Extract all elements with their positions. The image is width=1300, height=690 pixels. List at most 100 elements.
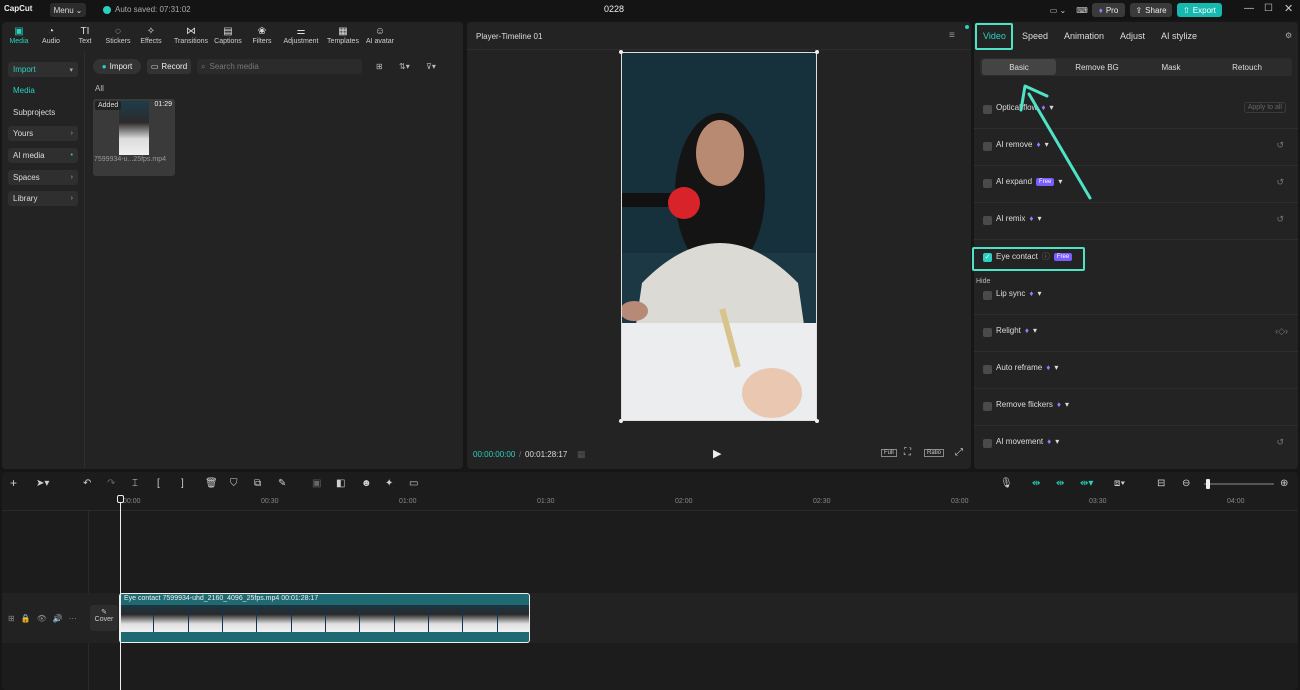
apply-all-button[interactable]: Apply to all — [1243, 102, 1286, 113]
tool-ai-avatar[interactable]: ☺ AI avatar — [362, 26, 398, 45]
tool-media[interactable]: ▣ Media — [3, 26, 35, 45]
full-button[interactable]: Full — [881, 449, 897, 457]
resize-handle[interactable] — [619, 419, 623, 423]
play-icon[interactable]: ▶ — [713, 447, 721, 460]
tool-templates[interactable]: ▦ Templates — [324, 26, 362, 45]
sort-icon[interactable]: ⇅▾ — [399, 62, 410, 71]
reset-icon[interactable]: ↺ — [1276, 140, 1284, 151]
delete-icon[interactable]: 🗑 — [205, 478, 218, 489]
undo-icon[interactable]: ↶ — [83, 478, 91, 489]
export-button[interactable]: ⇧ Export — [1177, 3, 1222, 17]
filter-all-label[interactable]: All — [95, 84, 104, 93]
link-icon[interactable]: ⇹ — [1032, 478, 1040, 489]
record-button[interactable]: ▭ Record — [147, 59, 191, 74]
magnet-icon[interactable]: ⇹ — [1056, 478, 1064, 489]
filter-icon[interactable]: ⊽▾ — [426, 62, 436, 71]
layout-icon[interactable]: ▭ ⌄ — [1044, 3, 1072, 17]
sidebar-item-spaces[interactable]: Spaces › — [8, 170, 78, 185]
subtab-remove-bg[interactable]: Remove BG — [1060, 58, 1134, 76]
fullscreen-icon[interactable]: ⤢ — [955, 447, 963, 458]
hamburger-icon[interactable]: ≡ — [949, 30, 955, 41]
chevron-down-icon[interactable]: ▾ — [1037, 214, 1041, 223]
sidebar-item-media[interactable]: Media — [8, 83, 78, 98]
split-right-icon[interactable]: ] — [181, 478, 184, 489]
playhead-handle[interactable] — [117, 495, 124, 503]
focus-icon[interactable]: ⛶ — [904, 447, 911, 458]
tool-stickers[interactable]: ◌ Stickers — [102, 26, 134, 45]
magic-icon[interactable]: ✦ — [385, 478, 393, 489]
zoom-out-icon[interactable]: ⊖ — [1182, 478, 1190, 489]
add-icon[interactable]: + — [10, 476, 17, 490]
resize-handle[interactable] — [815, 50, 819, 54]
tool-audio[interactable]: ◔ Audio — [35, 26, 67, 45]
checkbox[interactable] — [983, 216, 992, 225]
pro-button[interactable]: ♦ Pro — [1092, 3, 1125, 17]
subtab-retouch[interactable]: Retouch — [1210, 58, 1284, 76]
reset-icon[interactable]: ↺ — [1276, 437, 1284, 448]
maximize-icon[interactable]: ☐ — [1264, 3, 1273, 14]
cover-button[interactable]: ✎ Cover — [90, 605, 118, 631]
tab-speed[interactable]: Speed — [1022, 31, 1048, 41]
share-button[interactable]: ⇪ Share — [1130, 3, 1172, 17]
tool-transitions[interactable]: ⋈ Transitions — [172, 26, 210, 45]
import-button[interactable]: ● Import — [93, 59, 141, 74]
chevron-down-icon[interactable]: ▾ — [1065, 400, 1069, 409]
select-tool-icon[interactable]: ➤▾ — [36, 478, 49, 489]
fit-icon[interactable]: ⊟ — [1157, 478, 1165, 489]
resize-handle[interactable] — [815, 419, 819, 423]
menu-button[interactable]: Menu ⌄ — [50, 3, 86, 17]
person-icon[interactable]: ☻ — [361, 478, 372, 489]
checkbox[interactable] — [983, 142, 992, 151]
tool-filters[interactable]: ❀ Filters — [246, 26, 278, 45]
video-clip[interactable]: Eye contact 7599934-uhd_2160_4096_25fps.… — [119, 593, 530, 643]
close-icon[interactable]: ✕ — [1284, 2, 1293, 15]
sidebar-item-library[interactable]: Library › — [8, 191, 78, 206]
caption-icon[interactable]: ▣ — [312, 478, 321, 489]
keyframe-icon[interactable]: ‹◇› — [1275, 326, 1288, 337]
tool-adjustment[interactable]: ⚌ Adjustment — [280, 26, 322, 45]
subtab-mask[interactable]: Mask — [1134, 58, 1208, 76]
tab-animation[interactable]: Animation — [1064, 31, 1104, 41]
checkbox[interactable] — [983, 402, 992, 411]
settings-icon[interactable]: ⚙ — [1285, 31, 1292, 40]
mirror-icon[interactable]: ◧ — [336, 478, 345, 489]
sidebar-item-ai-media[interactable]: AI media • — [8, 148, 78, 163]
tab-ai-stylize[interactable]: AI stylize — [1161, 31, 1197, 41]
split-icon[interactable]: ⌶ — [132, 478, 138, 489]
pen-icon[interactable]: ✎ — [278, 478, 286, 489]
checkbox[interactable] — [983, 179, 992, 188]
checkbox[interactable] — [983, 105, 992, 114]
screen-icon[interactable]: ▭ — [409, 478, 418, 489]
preview-icon[interactable]: ⧈▾ — [1114, 478, 1125, 489]
grid-view-icon[interactable]: ⊞ — [376, 62, 383, 71]
zoom-slider[interactable] — [1204, 483, 1274, 485]
reset-icon[interactable]: ↺ — [1276, 177, 1284, 188]
media-item[interactable]: Added 01:29 — [93, 99, 175, 176]
tab-adjust[interactable]: Adjust — [1120, 31, 1145, 41]
shield-icon[interactable]: ⛉ — [230, 478, 238, 489]
checkbox[interactable] — [983, 291, 992, 300]
checkbox[interactable] — [983, 328, 992, 337]
sidebar-item-subprojects[interactable]: Subprojects — [8, 105, 78, 120]
subtab-basic[interactable]: Basic — [982, 59, 1056, 75]
tool-captions[interactable]: ▤ Captions — [212, 26, 244, 45]
playhead[interactable] — [120, 496, 121, 690]
sidebar-item-import[interactable]: Import ▾ — [8, 62, 78, 77]
snap-icon[interactable]: ⇹▾ — [1080, 478, 1093, 489]
minimize-icon[interactable]: — — [1244, 3, 1254, 14]
zoom-in-icon[interactable]: ⊕ — [1280, 478, 1288, 489]
split-left-icon[interactable]: [ — [157, 478, 160, 489]
track-controls[interactable]: ⊞🔒👁🔊⋯ — [8, 614, 83, 623]
video-preview[interactable] — [621, 52, 817, 421]
microphone-icon[interactable]: 🎙 — [1000, 478, 1013, 489]
redo-icon[interactable]: ↷ — [107, 478, 115, 489]
resize-handle[interactable] — [619, 50, 623, 54]
checkbox[interactable] — [983, 439, 992, 448]
chevron-down-icon[interactable]: ▾ — [1055, 437, 1059, 446]
sidebar-item-yours[interactable]: Yours › — [8, 126, 78, 141]
zoom-slider-thumb[interactable] — [1206, 479, 1210, 489]
crop-icon[interactable]: ⧉ — [254, 478, 261, 489]
reset-icon[interactable]: ↺ — [1276, 214, 1284, 225]
chevron-down-icon[interactable]: ▾ — [1037, 289, 1041, 298]
keyboard-icon[interactable]: ⌨ — [1076, 3, 1088, 17]
